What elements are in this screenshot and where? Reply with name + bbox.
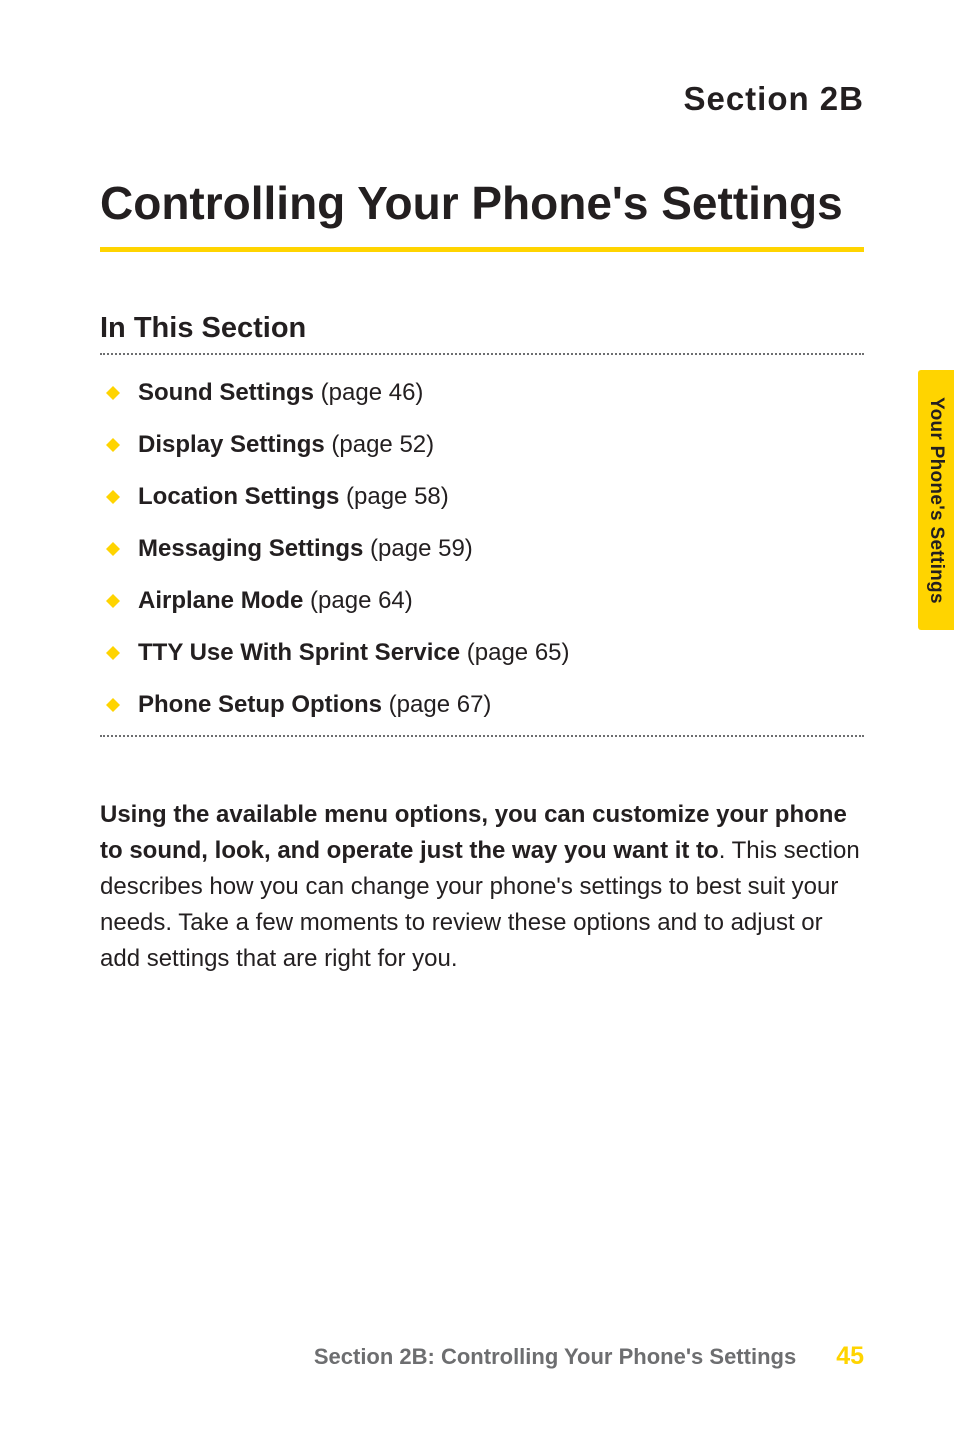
toc-list: Sound Settings (page 46) Display Setting… [100,369,864,729]
toc-page-ref: (page 46) [314,379,423,406]
toc-page-ref: (page 65) [460,639,569,666]
body-paragraph: Using the available menu options, you ca… [100,797,864,977]
page-title: Controlling Your Phone's Settings [100,178,864,229]
diamond-bullet-icon [106,646,120,660]
toc-label: Phone Setup Options [138,691,382,718]
toc-item: Location Settings (page 58) [100,473,864,521]
diamond-bullet-icon [106,594,120,608]
toc-label: Display Settings [138,431,325,458]
toc-label: TTY Use With Sprint Service [138,639,460,666]
toc-item: Messaging Settings (page 59) [100,525,864,573]
side-tab-label: Your Phone's Settings [925,397,947,604]
diamond-bullet-icon [106,542,120,556]
section-label: Section 2B [100,80,864,118]
toc-item: Sound Settings (page 46) [100,369,864,417]
page: Section 2B Controlling Your Phone's Sett… [0,0,954,1431]
title-underline [100,247,864,252]
dotted-divider-bottom [100,735,864,737]
toc-label: Airplane Mode [138,587,303,614]
footer-section-title: Section 2B: Controlling Your Phone's Set… [314,1344,796,1370]
page-footer: Section 2B: Controlling Your Phone's Set… [100,1342,864,1371]
toc-item: TTY Use With Sprint Service (page 65) [100,629,864,677]
footer-page-number: 45 [836,1342,864,1371]
toc-item: Phone Setup Options (page 67) [100,681,864,729]
diamond-bullet-icon [106,698,120,712]
diamond-bullet-icon [106,490,120,504]
side-tab: Your Phone's Settings [918,370,954,630]
body-period: . [719,837,732,864]
diamond-bullet-icon [106,438,120,452]
dotted-divider-top [100,353,864,355]
toc-label: Location Settings [138,483,339,510]
toc-page-ref: (page 58) [339,483,448,510]
toc-item: Display Settings (page 52) [100,421,864,469]
toc-item: Airplane Mode (page 64) [100,577,864,625]
toc-page-ref: (page 64) [303,587,412,614]
toc-page-ref: (page 52) [325,431,434,458]
toc-label: Messaging Settings [138,535,363,562]
diamond-bullet-icon [106,386,120,400]
in-this-section-heading: In This Section [100,312,864,345]
toc-page-ref: (page 59) [363,535,472,562]
toc-page-ref: (page 67) [382,691,491,718]
toc-label: Sound Settings [138,379,314,406]
